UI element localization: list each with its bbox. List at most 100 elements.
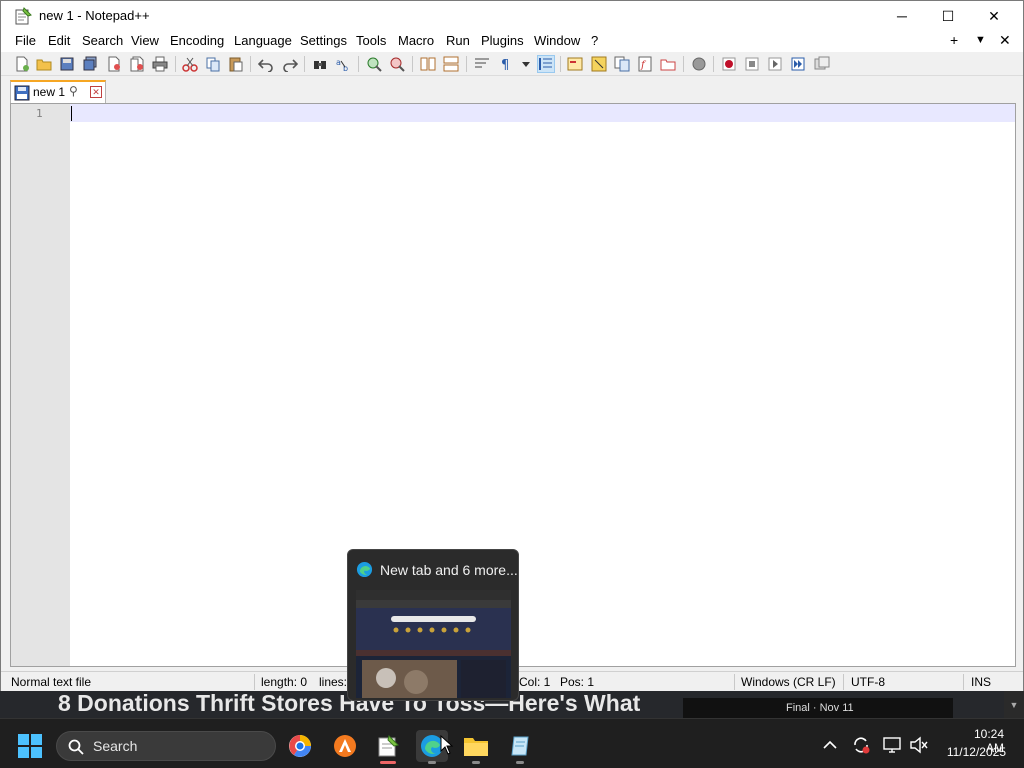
- status-eol[interactable]: Windows (CR LF): [741, 675, 836, 689]
- windows-start-icon[interactable]: [17, 733, 43, 759]
- network-icon[interactable]: [883, 735, 903, 755]
- status-col: Col: 1: [519, 675, 551, 689]
- new-file-icon[interactable]: [13, 55, 31, 73]
- document-map-icon[interactable]: [590, 55, 608, 73]
- notepadpp-running-indicator: [380, 761, 396, 764]
- minimize-button[interactable]: ─: [879, 1, 925, 31]
- app-notepadpp-icon[interactable]: [372, 730, 404, 762]
- preview-title: New tab and 6 more...: [380, 562, 518, 578]
- taskbar-search-box[interactable]: Search: [56, 731, 276, 761]
- menu-macro[interactable]: Macro: [398, 33, 434, 48]
- folder-workspace-icon[interactable]: [659, 55, 677, 73]
- app-notepad-icon[interactable]: [504, 730, 536, 762]
- status-file-type: Normal text file: [11, 675, 92, 689]
- background-card-text: Final · Nov 11: [786, 702, 854, 714]
- show-hidden-icons-chevron-icon[interactable]: [820, 735, 840, 755]
- tab-new-1[interactable]: new 1 ⚲ ✕: [10, 80, 106, 103]
- notepadpp-app-icon: [15, 7, 32, 25]
- monitoring-icon[interactable]: [690, 55, 708, 73]
- app-browser-icon[interactable]: [284, 730, 316, 762]
- status-encoding[interactable]: UTF-8: [851, 675, 885, 689]
- preview-thumbnail-image[interactable]: [356, 590, 511, 698]
- title-bar[interactable]: new 1 - Notepad++ ─ ☐ ✕: [1, 1, 1023, 31]
- current-line-highlight: [70, 104, 1015, 122]
- app-orange-icon[interactable]: [329, 730, 361, 762]
- toolbar-separator: [250, 56, 251, 72]
- function-list-icon[interactable]: f: [636, 55, 654, 73]
- app-file-explorer-icon[interactable]: [460, 730, 492, 762]
- stop-macro-icon[interactable]: [743, 55, 761, 73]
- word-wrap-icon[interactable]: [473, 55, 491, 73]
- menu-encoding[interactable]: Encoding: [170, 33, 224, 48]
- menu-bar: File Edit Search View Encoding Language …: [1, 31, 1023, 52]
- taskbar-thumbnail-preview[interactable]: New tab and 6 more...: [347, 549, 519, 701]
- background-scroll-down-icon: ▼: [1004, 690, 1024, 718]
- line-number-gutter: 1: [11, 104, 70, 666]
- record-macro-icon[interactable]: [720, 55, 738, 73]
- menu-settings[interactable]: Settings: [300, 33, 347, 48]
- toolbar: ab ¶ f: [1, 52, 1023, 76]
- find-icon[interactable]: [311, 55, 329, 73]
- menu-window[interactable]: Window: [534, 33, 580, 48]
- status-insert-mode[interactable]: INS: [971, 675, 991, 689]
- close-button[interactable]: ✕: [971, 1, 1017, 31]
- menu-edit[interactable]: Edit: [48, 33, 70, 48]
- toolbar-separator: [175, 56, 176, 72]
- toolbar-separator: [683, 56, 684, 72]
- undo-icon[interactable]: [257, 55, 275, 73]
- notepad-running-indicator: [516, 761, 524, 764]
- sync-horizontal-icon[interactable]: [442, 55, 460, 73]
- define-language-icon[interactable]: [566, 55, 584, 73]
- maximize-button[interactable]: ☐: [925, 1, 971, 31]
- open-file-icon[interactable]: [35, 55, 53, 73]
- menu-search[interactable]: Search: [82, 33, 123, 48]
- menu-language[interactable]: Language: [234, 33, 292, 48]
- copy-icon[interactable]: [204, 55, 222, 73]
- document-list-icon[interactable]: [613, 55, 631, 73]
- sync-status-icon[interactable]: [851, 735, 871, 755]
- indent-guide-icon[interactable]: [537, 55, 555, 73]
- replace-icon[interactable]: ab: [334, 55, 352, 73]
- new-tab-plus-icon[interactable]: +: [950, 32, 958, 48]
- svg-text:a: a: [336, 58, 341, 67]
- pin-icon[interactable]: ⚲: [69, 84, 78, 98]
- toolbar-separator: [560, 56, 561, 72]
- redo-icon[interactable]: [281, 55, 299, 73]
- zoom-in-icon[interactable]: [365, 55, 383, 73]
- menu-run[interactable]: Run: [446, 33, 470, 48]
- line-number: 1: [36, 107, 43, 120]
- cut-icon[interactable]: [181, 55, 199, 73]
- close-file-icon[interactable]: [105, 55, 123, 73]
- menu-help[interactable]: ?: [591, 33, 598, 48]
- menu-tools[interactable]: Tools: [356, 33, 386, 48]
- edge-icon: [356, 561, 373, 578]
- status-length: length: 0: [261, 675, 308, 689]
- clock-date[interactable]: 11/12/2025: [940, 745, 1006, 759]
- show-all-characters-icon[interactable]: ¶: [497, 55, 515, 73]
- mouse-cursor-icon: [440, 735, 454, 755]
- tab-list-dropdown-icon[interactable]: ▼: [975, 34, 986, 46]
- tab-saved-state-icon: [14, 85, 30, 101]
- paste-icon[interactable]: [227, 55, 245, 73]
- save-icon[interactable]: [58, 55, 76, 73]
- zoom-out-icon[interactable]: [388, 55, 406, 73]
- save-macro-icon[interactable]: [813, 55, 831, 73]
- close-all-icon[interactable]: [128, 55, 146, 73]
- close-tab-icon[interactable]: ✕: [999, 32, 1011, 49]
- search-label: Search: [93, 738, 138, 754]
- text-caret: [71, 106, 72, 121]
- print-icon[interactable]: [151, 55, 169, 73]
- menu-view[interactable]: View: [131, 33, 159, 48]
- status-separator: [843, 674, 844, 690]
- play-macro-icon[interactable]: [766, 55, 784, 73]
- dropdown-arrow-icon[interactable]: [517, 55, 535, 73]
- run-macro-multiple-icon[interactable]: [789, 55, 807, 73]
- toolbar-separator: [412, 56, 413, 72]
- menu-plugins[interactable]: Plugins: [481, 33, 524, 48]
- save-all-icon[interactable]: [81, 55, 99, 73]
- tab-close-icon[interactable]: ✕: [90, 86, 102, 98]
- volume-muted-icon[interactable]: [909, 735, 929, 755]
- menu-file[interactable]: File: [15, 33, 36, 48]
- sync-vertical-icon[interactable]: [419, 55, 437, 73]
- status-separator: [963, 674, 964, 690]
